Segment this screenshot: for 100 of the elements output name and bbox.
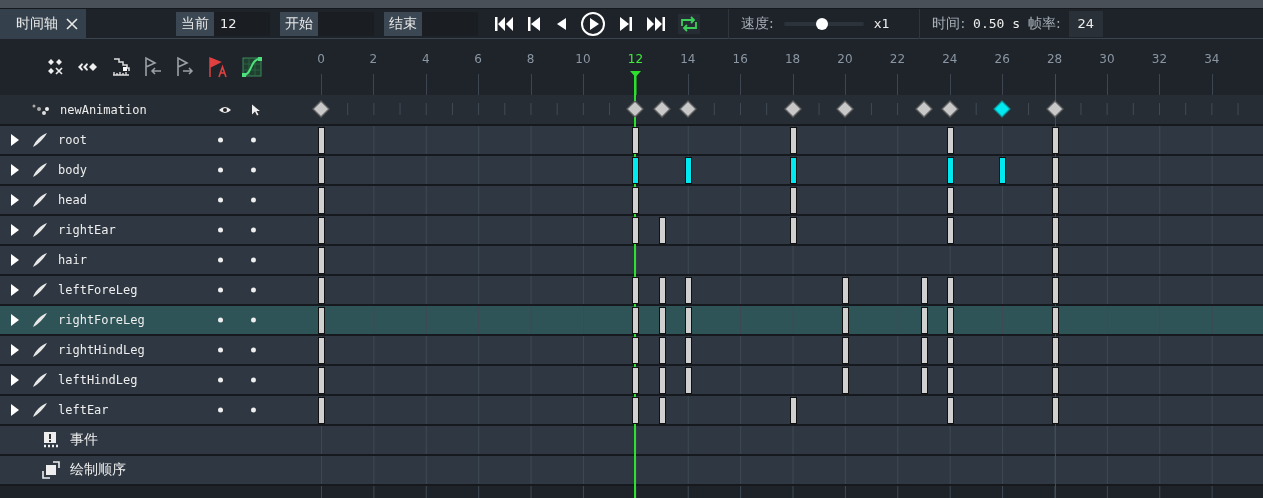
bone-row[interactable]: rightForeLeg bbox=[0, 306, 1263, 336]
keyframe[interactable] bbox=[632, 127, 640, 154]
keyframe[interactable] bbox=[999, 157, 1007, 184]
bone-row[interactable]: body bbox=[0, 156, 1263, 186]
eye-icon[interactable] bbox=[218, 104, 232, 115]
expand-arrow-icon[interactable] bbox=[10, 254, 20, 266]
keyframe[interactable] bbox=[632, 367, 640, 394]
playhead-marker[interactable] bbox=[630, 71, 642, 95]
keyframe[interactable] bbox=[946, 127, 954, 154]
keyframe[interactable] bbox=[632, 277, 640, 304]
keyframe[interactable] bbox=[1051, 187, 1059, 214]
expand-arrow-icon[interactable] bbox=[10, 134, 20, 146]
keyframe[interactable] bbox=[946, 187, 954, 214]
lock-dot[interactable] bbox=[251, 407, 256, 413]
keyframe[interactable] bbox=[789, 217, 797, 244]
keyframe[interactable] bbox=[684, 307, 692, 334]
lock-dot[interactable] bbox=[251, 197, 256, 203]
keyframe[interactable] bbox=[318, 397, 325, 424]
bone-row[interactable]: rightEar bbox=[0, 216, 1263, 246]
keyframe[interactable] bbox=[318, 217, 325, 244]
expand-arrow-icon[interactable] bbox=[10, 374, 20, 386]
expand-arrow-icon[interactable] bbox=[10, 224, 20, 236]
keyframe[interactable] bbox=[658, 367, 666, 394]
keyframe[interactable] bbox=[1051, 247, 1059, 274]
bone-row[interactable]: leftHindLeg bbox=[0, 366, 1263, 396]
visibility-dot[interactable] bbox=[218, 407, 223, 413]
lock-dot[interactable] bbox=[251, 137, 256, 143]
keyframe[interactable] bbox=[318, 247, 325, 274]
keyframe[interactable] bbox=[658, 307, 666, 334]
curve-icon[interactable] bbox=[241, 56, 263, 78]
first-frame-icon[interactable] bbox=[494, 14, 514, 33]
expand-arrow-icon[interactable] bbox=[10, 284, 20, 296]
flag-icon[interactable] bbox=[207, 56, 229, 78]
keyframe[interactable] bbox=[1051, 217, 1059, 244]
keyframe[interactable] bbox=[946, 307, 954, 334]
lock-dot[interactable] bbox=[251, 257, 256, 263]
visibility-dot[interactable] bbox=[218, 167, 223, 173]
keyframe[interactable] bbox=[658, 337, 666, 364]
expand-arrow-icon[interactable] bbox=[10, 194, 20, 206]
keyframe[interactable] bbox=[318, 337, 325, 364]
visibility-dot[interactable] bbox=[218, 347, 223, 353]
keyframe[interactable] bbox=[789, 187, 797, 214]
flag-right-icon[interactable] bbox=[175, 56, 195, 78]
ruler-icon[interactable] bbox=[111, 57, 131, 77]
expand-arrow-icon[interactable] bbox=[10, 344, 20, 356]
visibility-dot[interactable] bbox=[218, 257, 223, 263]
next-key-icon[interactable] bbox=[618, 14, 634, 33]
keyframe[interactable] bbox=[1051, 397, 1059, 424]
keyframe[interactable] bbox=[1051, 127, 1059, 154]
end-frame-field[interactable] bbox=[422, 11, 478, 36]
keyframe[interactable] bbox=[842, 277, 849, 304]
keyframe[interactable] bbox=[684, 157, 692, 184]
keyframe[interactable] bbox=[1051, 157, 1059, 184]
lock-dot[interactable] bbox=[251, 377, 256, 383]
keyframe[interactable] bbox=[632, 397, 640, 424]
last-frame-icon[interactable] bbox=[646, 14, 666, 33]
bone-row[interactable]: root bbox=[0, 126, 1263, 156]
keyframe[interactable] bbox=[842, 307, 849, 334]
keyframe[interactable] bbox=[318, 157, 325, 184]
current-frame-field[interactable]: 12 bbox=[214, 11, 270, 36]
lock-dot[interactable] bbox=[251, 347, 256, 353]
start-frame-field[interactable] bbox=[318, 11, 374, 36]
keyframe[interactable] bbox=[789, 397, 797, 424]
animation-row[interactable]: newAnimation bbox=[0, 95, 1263, 126]
lock-dot[interactable] bbox=[251, 317, 256, 323]
cursor-icon[interactable] bbox=[251, 103, 261, 116]
bone-row[interactable]: hair bbox=[0, 246, 1263, 276]
bone-row[interactable]: leftForeLeg bbox=[0, 276, 1263, 306]
close-icon[interactable] bbox=[66, 17, 78, 30]
keyframe[interactable] bbox=[1051, 367, 1059, 394]
expand-arrow-icon[interactable] bbox=[10, 314, 20, 326]
keyframe[interactable] bbox=[842, 337, 849, 364]
keyframe[interactable] bbox=[632, 307, 640, 334]
keyframe[interactable] bbox=[946, 397, 954, 424]
keyframe[interactable] bbox=[684, 367, 692, 394]
keyframe[interactable] bbox=[318, 127, 325, 154]
keyframe[interactable] bbox=[632, 157, 640, 184]
keyframe[interactable] bbox=[920, 367, 928, 394]
keyframe[interactable] bbox=[318, 187, 325, 214]
keyframe[interactable] bbox=[920, 277, 928, 304]
keyframe[interactable] bbox=[318, 277, 325, 304]
bone-row[interactable]: head bbox=[0, 186, 1263, 216]
lock-dot[interactable] bbox=[251, 167, 256, 173]
keyframe[interactable] bbox=[1051, 277, 1059, 304]
expand-arrow-icon[interactable] bbox=[10, 164, 20, 176]
keyframe[interactable] bbox=[684, 337, 692, 364]
keyframe[interactable] bbox=[632, 217, 640, 244]
keyframe[interactable] bbox=[658, 397, 666, 424]
keyframe[interactable] bbox=[318, 367, 325, 394]
keyframe[interactable] bbox=[658, 277, 666, 304]
bone-row[interactable]: leftEar bbox=[0, 396, 1263, 426]
keyframe[interactable] bbox=[789, 157, 797, 184]
visibility-dot[interactable] bbox=[218, 287, 223, 293]
keyframe[interactable] bbox=[318, 307, 325, 334]
visibility-dot[interactable] bbox=[218, 137, 223, 143]
lock-dot[interactable] bbox=[251, 287, 256, 293]
keyframe[interactable] bbox=[789, 127, 797, 154]
keyframe[interactable] bbox=[658, 217, 666, 244]
expand-arrow-icon[interactable] bbox=[10, 404, 20, 416]
bone-row[interactable]: rightHindLeg bbox=[0, 336, 1263, 366]
